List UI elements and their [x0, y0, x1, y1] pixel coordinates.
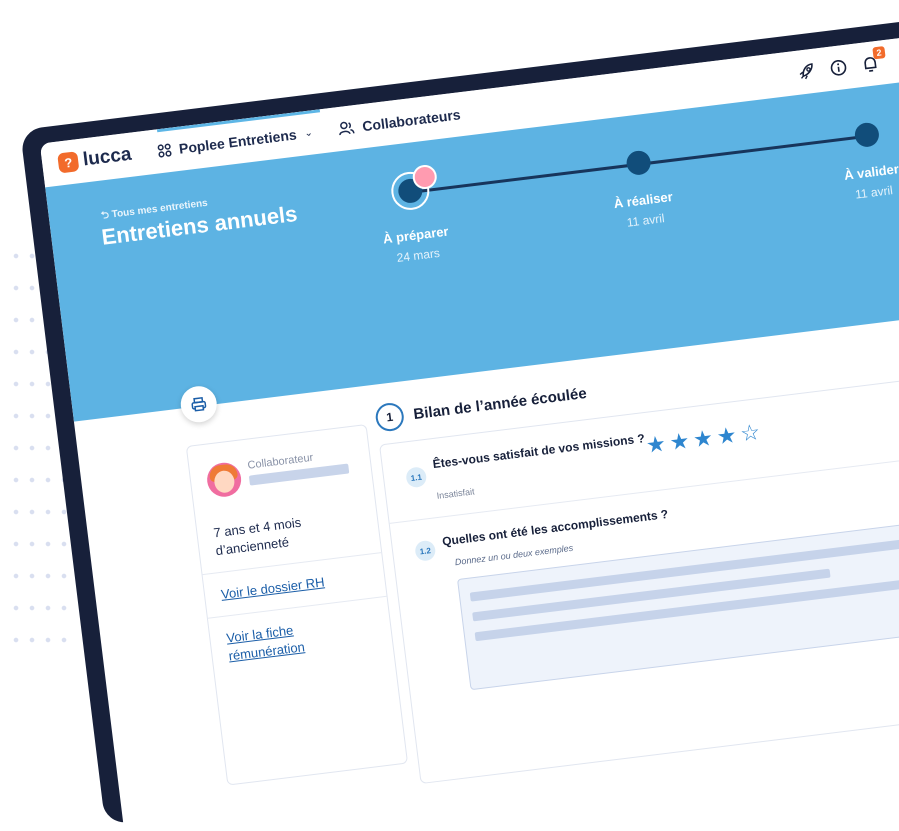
- device-frame: ? lucca Poplee Entretiens ⌄: [20, 8, 899, 825]
- star-filled-icon[interactable]: ★: [716, 424, 738, 448]
- collaborator-card: Collaborateur 7 ans et 4 mois d’ancienne…: [186, 424, 408, 786]
- question-text: Êtes-vous satisfait de vos missions ?: [432, 431, 646, 471]
- top-icons: 2: [796, 51, 894, 83]
- star-filled-icon[interactable]: ★: [645, 433, 667, 457]
- nav-collaborateurs-label: Collaborateurs: [361, 106, 461, 134]
- question-hint: Donnez un ou deux exemples: [454, 543, 573, 567]
- step-a-realiser[interactable]: À réaliser 11 avril: [558, 141, 726, 237]
- rocket-icon[interactable]: [796, 60, 822, 83]
- avatar: [205, 461, 243, 499]
- tenure-text: 7 ans et 4 mois d’ancienneté: [213, 506, 366, 560]
- lucca-logo-mark: ?: [57, 151, 79, 173]
- app-screen: ? lucca Poplee Entretiens ⌄: [40, 24, 899, 829]
- question-number: 1.1: [405, 466, 427, 488]
- star-filled-icon[interactable]: ★: [668, 430, 690, 454]
- grid-icon: [156, 143, 172, 159]
- bell-icon[interactable]: 2: [859, 52, 885, 75]
- star-empty-icon[interactable]: ☆: [739, 421, 761, 445]
- info-icon[interactable]: [827, 56, 853, 79]
- lucca-logo-text: lucca: [82, 144, 133, 172]
- questions-card: 1.1 Êtes-vous satisfait de vos missions …: [379, 371, 899, 784]
- people-icon: [338, 120, 356, 136]
- step-a-valider[interactable]: À valider 11 avril: [786, 113, 899, 209]
- section-number: 1: [374, 401, 405, 432]
- star-rating[interactable]: ★ ★ ★ ★ ☆: [645, 421, 765, 457]
- star-filled-icon[interactable]: ★: [692, 427, 714, 451]
- lucca-logo[interactable]: ? lucca: [57, 144, 133, 175]
- nav-poplee-label: Poplee Entretiens: [178, 126, 297, 156]
- question-number: 1.2: [414, 540, 436, 562]
- section-title: Bilan de l’année écoulée: [413, 384, 588, 422]
- compensation-link[interactable]: Voir la fiche rémunération: [225, 619, 319, 666]
- printer-icon: [190, 395, 208, 413]
- hr-file-link[interactable]: Voir le dossier RH: [220, 573, 325, 604]
- chevron-down-icon: ⌄: [304, 127, 314, 139]
- step-dot: [625, 149, 652, 176]
- rating-min-label: Insatisfait: [436, 486, 475, 501]
- step-dot: [854, 121, 881, 148]
- notification-badge: 2: [872, 46, 885, 59]
- step-a-preparer[interactable]: À préparer 24 mars: [329, 169, 498, 272]
